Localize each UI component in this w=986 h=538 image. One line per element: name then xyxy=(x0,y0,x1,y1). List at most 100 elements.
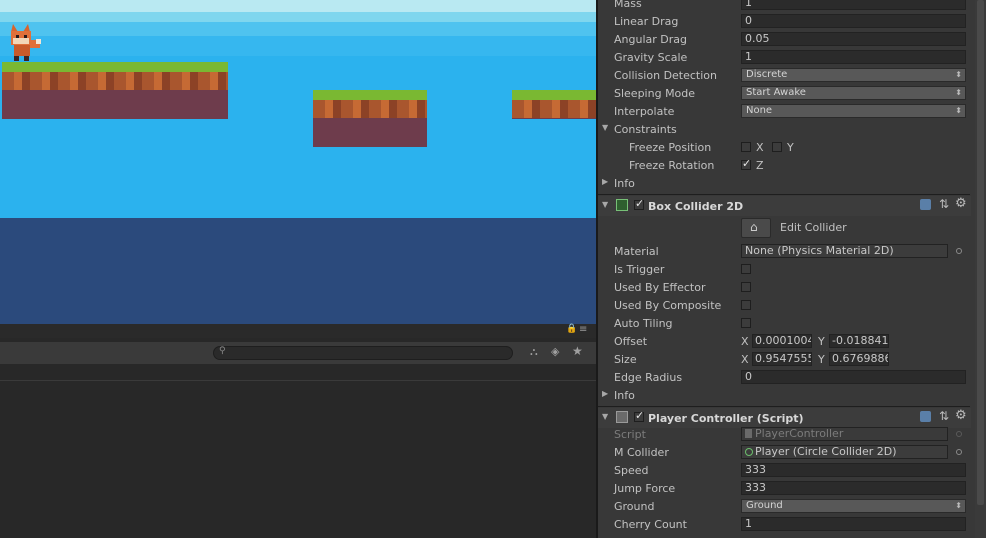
m-collider-label: M Collider xyxy=(614,446,669,459)
scrollbar-thumb[interactable] xyxy=(977,0,984,505)
rigidbody-info-row[interactable]: ▶ Info xyxy=(598,175,971,193)
is-trigger-checkbox[interactable] xyxy=(741,264,751,274)
player-controller-header[interactable]: ▼ Player Controller (Script) ⇅ ⚙ xyxy=(598,408,971,428)
material-field[interactable]: None (Physics Material 2D) xyxy=(741,244,948,258)
cherry-count-field[interactable]: 1 xyxy=(741,517,966,531)
preset-sliders-icon[interactable]: ⇅ xyxy=(939,409,949,423)
search-input[interactable]: ⚲ xyxy=(213,346,513,360)
player-controller-enabled-checkbox[interactable] xyxy=(634,409,644,422)
offset-x-label[interactable]: X xyxy=(741,335,749,348)
sleeping-mode-dropdown[interactable]: Start Awake ⬍ xyxy=(741,86,966,100)
linear-drag-row: Linear Drag 0 xyxy=(598,13,971,31)
dropdown-arrow-icon: ⬍ xyxy=(955,88,962,97)
used-by-effector-row: Used By Effector xyxy=(598,279,971,297)
gravity-scale-field[interactable]: 1 xyxy=(741,50,966,64)
sleeping-mode-value: Start Awake xyxy=(746,87,806,98)
offset-y-label[interactable]: Y xyxy=(818,335,825,348)
auto-tiling-label: Auto Tiling xyxy=(614,317,673,330)
size-x-label[interactable]: X xyxy=(741,353,749,366)
freeze-position-label: Freeze Position xyxy=(629,141,712,154)
help-book-icon[interactable] xyxy=(920,199,931,210)
m-collider-field[interactable]: Player (Circle Collider 2D) xyxy=(741,445,948,459)
object-picker-icon xyxy=(956,431,962,437)
game-view[interactable] xyxy=(0,0,596,324)
size-y-field[interactable]: 0.6769886 xyxy=(829,352,889,366)
water-area xyxy=(0,218,596,324)
size-label: Size xyxy=(614,353,637,366)
speed-row: Speed 333 xyxy=(598,462,971,480)
edge-radius-row: Edge Radius 0 xyxy=(598,369,971,387)
material-row: Material None (Physics Material 2D) xyxy=(598,243,971,261)
lock-icon[interactable]: 🔒 xyxy=(566,324,577,334)
mass-row: Mass 1 xyxy=(598,0,971,13)
box-collider-enabled-checkbox[interactable] xyxy=(634,197,644,210)
freeze-rotation-label: Freeze Rotation xyxy=(629,159,715,172)
gravity-scale-label: Gravity Scale xyxy=(614,51,688,64)
edit-collider-button[interactable]: ⌂ xyxy=(741,218,771,238)
box-collider-info-row[interactable]: ▶ Info xyxy=(598,387,971,405)
filter-by-label-icon[interactable]: ◈ xyxy=(551,345,559,358)
preset-sliders-icon[interactable]: ⇅ xyxy=(939,197,949,211)
platform-middle xyxy=(313,90,427,147)
inspector-scrollbar[interactable] xyxy=(975,0,986,538)
used-by-composite-label: Used By Composite xyxy=(614,299,722,312)
player-controller-title: Player Controller (Script) xyxy=(648,412,804,425)
size-y-label[interactable]: Y xyxy=(818,353,825,366)
help-book-icon[interactable] xyxy=(920,411,931,422)
interpolate-dropdown[interactable]: None ⬍ xyxy=(741,104,966,118)
interpolate-value: None xyxy=(746,105,773,116)
angular-drag-row: Angular Drag 0.05 xyxy=(598,31,971,49)
foldout-collapsed-icon[interactable]: ▶ xyxy=(602,177,608,186)
ground-dropdown[interactable]: Ground ⬍ xyxy=(741,499,966,513)
foldout-expanded-icon[interactable]: ▼ xyxy=(602,200,608,209)
sky-band xyxy=(0,22,596,36)
foldout-expanded-icon[interactable]: ▼ xyxy=(602,123,608,132)
size-row: Size X 0.9547555 Y 0.6769886 xyxy=(598,351,971,369)
gravity-scale-row: Gravity Scale 1 xyxy=(598,49,971,67)
object-picker-icon[interactable] xyxy=(956,248,962,254)
gear-icon[interactable]: ⚙ xyxy=(955,408,967,423)
gear-icon[interactable]: ⚙ xyxy=(955,196,967,211)
is-trigger-label: Is Trigger xyxy=(614,263,665,276)
player-sprite xyxy=(11,24,41,61)
circle-collider-icon xyxy=(745,448,753,456)
mass-field[interactable]: 1 xyxy=(741,0,966,10)
script-value: PlayerController xyxy=(755,427,844,440)
constraints-row[interactable]: ▼ Constraints xyxy=(598,121,971,139)
is-trigger-row: Is Trigger xyxy=(598,261,971,279)
freeze-position-y-checkbox[interactable] xyxy=(772,142,782,152)
box-collider-icon xyxy=(616,199,628,211)
freeze-position-x-checkbox[interactable] xyxy=(741,142,751,152)
panel-menu-icon[interactable]: ≡ xyxy=(579,324,587,335)
used-by-composite-checkbox[interactable] xyxy=(741,300,751,310)
favorites-star-icon[interactable]: ★ xyxy=(572,344,583,358)
script-label: Script xyxy=(614,428,646,441)
foldout-collapsed-icon[interactable]: ▶ xyxy=(602,389,608,398)
constraints-label: Constraints xyxy=(614,123,677,136)
mass-label: Mass xyxy=(614,0,642,10)
jump-force-field[interactable]: 333 xyxy=(741,481,966,495)
filter-by-type-icon[interactable]: ⛬ xyxy=(530,345,538,359)
used-by-effector-label: Used By Effector xyxy=(614,281,706,294)
box-collider-title: Box Collider 2D xyxy=(648,200,744,213)
linear-drag-field[interactable]: 0 xyxy=(741,14,966,28)
speed-field[interactable]: 333 xyxy=(741,463,966,477)
angular-drag-label: Angular Drag xyxy=(614,33,687,46)
size-x-field[interactable]: 0.9547555 xyxy=(752,352,812,366)
foldout-expanded-icon[interactable]: ▼ xyxy=(602,412,608,421)
offset-y-field[interactable]: -0.018841 xyxy=(829,334,889,348)
used-by-effector-checkbox[interactable] xyxy=(741,282,751,292)
offset-label: Offset xyxy=(614,335,648,348)
freeze-rotation-z-checkbox[interactable] xyxy=(741,157,751,170)
freeze-rotation-row: Freeze Rotation Z xyxy=(598,157,971,175)
object-picker-icon[interactable] xyxy=(956,449,962,455)
angular-drag-field[interactable]: 0.05 xyxy=(741,32,966,46)
offset-x-field[interactable]: 0.0001004 xyxy=(752,334,812,348)
box-collider-header[interactable]: ▼ Box Collider 2D ⇅ ⚙ xyxy=(598,196,971,216)
edge-radius-field[interactable]: 0 xyxy=(741,370,966,384)
jump-force-row: Jump Force 333 xyxy=(598,480,971,498)
info-label: Info xyxy=(614,177,635,190)
collision-detection-dropdown[interactable]: Discrete ⬍ xyxy=(741,68,966,82)
auto-tiling-checkbox[interactable] xyxy=(741,318,751,328)
collision-detection-row: Collision Detection Discrete ⬍ xyxy=(598,67,971,85)
